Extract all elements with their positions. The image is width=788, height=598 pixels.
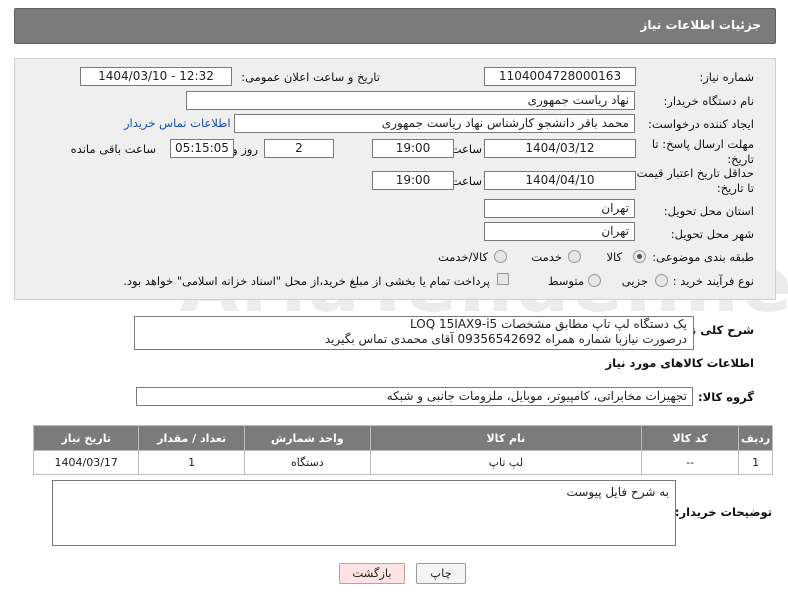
- summary-textarea: یک دستگاه لپ تاپ مطابق مشخصات LOQ 15IAX9…: [134, 316, 694, 350]
- need-number-field: 1104004728000163: [484, 67, 636, 86]
- cell-unit: دستگاه: [243, 450, 371, 475]
- buyer-contact-link[interactable]: اطلاعات تماس خریدار: [124, 116, 231, 130]
- deadline-time-label: ساعت: [450, 142, 482, 156]
- cell-code: --: [640, 450, 740, 475]
- days-label: روز و: [232, 142, 258, 156]
- buyer-org-field: نهاد ریاست جمهوری: [186, 91, 635, 110]
- process-radio-medium[interactable]: [588, 274, 601, 287]
- price-time-field: 19:00: [372, 171, 454, 190]
- price-date-field: 1404/04/10: [484, 171, 636, 190]
- cell-date: 1404/03/17: [32, 450, 140, 475]
- goods-table: ردیف کد کالا نام کالا واحد شمارش تعداد /…: [32, 425, 773, 475]
- col-code: کد کالا: [640, 425, 740, 451]
- page-title: جزئیات اطلاعات نیاز: [640, 18, 761, 32]
- goods-group-field: تجهیزات مخابراتی، کامپیوتر، موبایل، ملزو…: [136, 387, 693, 406]
- remaining-label: ساعت باقی مانده: [70, 142, 156, 156]
- creator-field: محمد باقر دانشجو کارشناس نهاد ریاست جمهو…: [234, 114, 635, 133]
- goods-table-header: ردیف کد کالا نام کالا واحد شمارش تعداد /…: [32, 425, 773, 451]
- process-radio-minor[interactable]: [655, 274, 668, 287]
- category-option-service: خدمت: [531, 250, 562, 264]
- deadline-label-date: تاریخ:: [727, 152, 754, 166]
- goods-section-title: اطلاعات کالاهای مورد نیاز: [605, 356, 754, 370]
- summary-line-1: یک دستگاه لپ تاپ مطابق مشخصات LOQ 15IAX9…: [410, 317, 687, 331]
- process-option-minor: جزیی: [621, 274, 648, 288]
- category-radio-goods[interactable]: [633, 250, 646, 263]
- deadline-time-field: 19:00: [372, 139, 454, 158]
- back-button[interactable]: بازگشت: [339, 563, 405, 584]
- announce-date-label: تاریخ و ساعت اعلان عمومی:: [241, 70, 380, 84]
- process-option-medium: متوسط: [547, 274, 584, 288]
- col-qty: تعداد / مقدار: [138, 425, 245, 451]
- payment-note: پرداخت تمام یا بخشی از مبلغ خرید،از محل …: [123, 274, 490, 288]
- category-radio-both[interactable]: [494, 250, 507, 263]
- buyer-notes-label: توضیحات خریدار:: [674, 505, 772, 519]
- summary-line-2: درصورت نیازبا شماره همراه 09356542692 آق…: [324, 332, 687, 346]
- category-label: طبقه بندی موضوعی:: [652, 250, 754, 264]
- remaining-time-field: 05:15:05: [170, 139, 234, 158]
- payment-checkbox[interactable]: [497, 273, 509, 285]
- table-row: 1 -- لپ تاپ دستگاه 1 1404/03/17: [32, 450, 773, 475]
- price-validity-label-date: تا تاریخ:: [716, 181, 754, 195]
- cell-row: 1: [738, 450, 773, 475]
- category-option-both: کالا/خدمت: [437, 250, 488, 264]
- cell-name: لپ تاپ: [369, 450, 643, 475]
- city-field: تهران: [484, 222, 635, 241]
- col-unit: واحد شمارش: [243, 425, 371, 451]
- col-date: تاریخ نیاز: [32, 425, 140, 451]
- cell-qty: 1: [138, 450, 245, 475]
- days-field: 2: [264, 139, 334, 158]
- price-time-label: ساعت: [450, 174, 482, 188]
- col-name: نام کالا: [369, 425, 643, 451]
- city-label: شهر محل تحویل:: [670, 227, 754, 241]
- category-radio-service[interactable]: [568, 250, 581, 263]
- deadline-date-field: 1404/03/12: [484, 139, 636, 158]
- deadline-label: مهلت ارسال پاسخ: تا: [651, 137, 754, 151]
- creator-label: ایجاد کننده درخواست:: [648, 117, 754, 131]
- print-button[interactable]: چاپ: [416, 563, 466, 584]
- province-label: استان محل تحویل:: [663, 204, 754, 218]
- process-label: نوع فرآیند خرید :: [672, 274, 754, 288]
- buyer-notes-textarea: به شرح فایل پیوست: [52, 480, 676, 546]
- category-option-goods: کالا: [606, 250, 622, 264]
- province-field: تهران: [484, 199, 635, 218]
- price-validity-label: حداقل تاریخ اعتبار قیمت:: [632, 166, 754, 180]
- col-row: ردیف: [738, 425, 773, 451]
- announce-date-field: 1404/03/10 - 12:32: [80, 67, 232, 86]
- goods-group-label: گروه کالا:: [698, 390, 754, 404]
- buyer-org-label: نام دستگاه خریدار:: [663, 94, 754, 108]
- page-header: جزئیات اطلاعات نیاز: [14, 8, 776, 44]
- need-number-label: شماره نیاز:: [699, 70, 754, 84]
